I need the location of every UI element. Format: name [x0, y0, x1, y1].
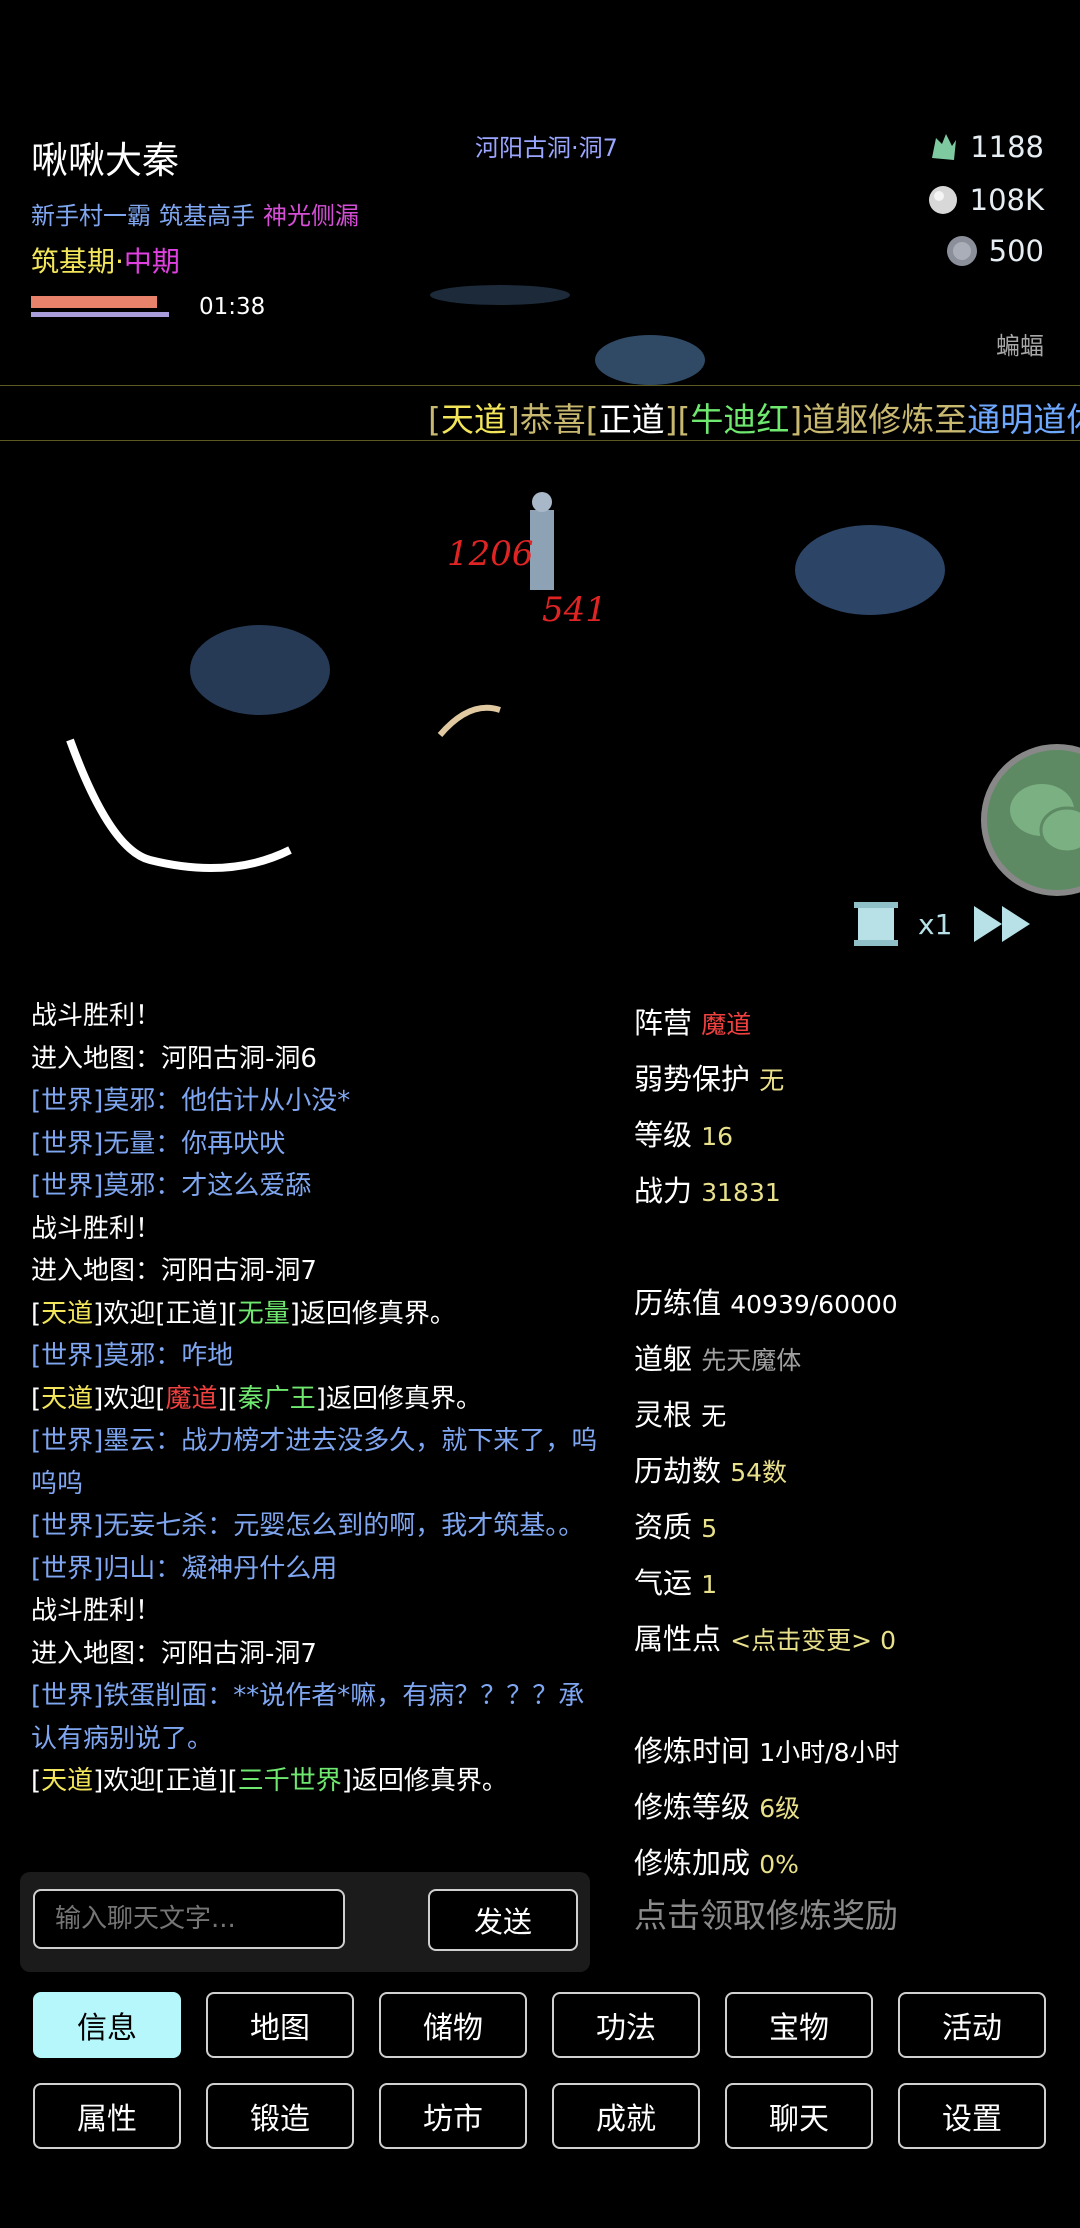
log-line: 进入地图：河阳古洞-洞7	[31, 1256, 317, 1286]
stat-spacer	[634, 1667, 899, 1723]
tab-events[interactable]: 活动	[898, 1992, 1046, 2058]
marquee-part: 天道	[440, 400, 507, 439]
chat-input[interactable]	[33, 1889, 345, 1949]
resource-silver: 108K	[926, 183, 1044, 217]
log-line: 进入地图：河阳古洞-洞6	[31, 1043, 317, 1074]
log-line: [世界]归山：凝神丹什么用	[31, 1553, 338, 1584]
log-line: 战斗胜利！	[31, 1001, 162, 1031]
log-line: [世界]无妄七杀：元婴怎么到的啊，我才筑基。。	[31, 1511, 585, 1541]
resource-stone: 500	[945, 234, 1044, 268]
wechat-icon	[1010, 784, 1080, 854]
tab-treasure[interactable]: 宝物	[725, 1992, 873, 2058]
stat-level: 等级 16	[634, 1118, 734, 1152]
fast-forward-icon[interactable]	[970, 902, 1034, 946]
marquee-part: 通明道体	[967, 400, 1080, 439]
log-line: [世界]莫邪：他估计从小没*	[31, 1086, 351, 1116]
log-line: 战斗胜利！	[31, 1596, 162, 1626]
tab-storage[interactable]: 储物	[379, 1992, 527, 2058]
tab-settings[interactable]: 设置	[898, 2083, 1046, 2149]
scroll-icon[interactable]	[852, 900, 900, 948]
stats-panel: 阵营 魔道 弱势保护 无 等级 16 战力 31831 历练值 40939/60…	[634, 995, 899, 1891]
jade-icon	[932, 134, 957, 160]
player-titles: 新手村一霸 筑基高手 神光侧漏	[31, 196, 367, 231]
speed-label: x1	[918, 907, 953, 941]
log-line: [天道]欢迎[正道][三千世界]返回修真界。	[31, 1766, 508, 1796]
tab-map[interactable]: 地图	[206, 1992, 354, 2058]
stat-faction: 阵营 魔道	[634, 1006, 752, 1040]
stat-luck: 气运 1	[634, 1566, 718, 1600]
wechat-share-button[interactable]	[981, 744, 1080, 896]
stat-root: 灵根 无	[634, 1398, 727, 1432]
marquee-top-line	[0, 385, 1080, 386]
resource-jade-value: 1188	[970, 130, 1044, 164]
marquee-part: [	[428, 400, 441, 439]
tab-forge[interactable]: 锻造	[206, 2083, 354, 2149]
tab-achievements[interactable]: 成就	[552, 2083, 700, 2149]
log-line: [世界]铁蛋削面：**说作者*嘛，有病？？？？承认有病别说了。	[31, 1681, 585, 1754]
marquee-part: 牛迪红	[690, 400, 790, 439]
stat-cultivate-time: 修炼时间 1小时/8小时	[634, 1734, 900, 1768]
send-button[interactable]: 发送	[428, 1889, 578, 1951]
log-line: [世界]莫邪：咋地	[31, 1341, 234, 1371]
damage-number-2: 541	[542, 590, 607, 630]
stat-cultivate-bonus: 修炼加成 0%	[634, 1846, 799, 1880]
log-line: [天道]欢迎[正道][无量]返回修真界。	[31, 1298, 456, 1329]
stat-experience: 历练值 40939/60000	[634, 1286, 898, 1320]
stat-attribute-points[interactable]: 属性点 <点击变更> 0	[634, 1611, 899, 1667]
silver-icon	[928, 186, 957, 214]
battle-scene	[66, 285, 945, 872]
tab-market[interactable]: 坊市	[379, 2083, 527, 2149]
stat-power: 战力 31831	[634, 1174, 781, 1208]
title-1: 新手村一霸	[31, 202, 151, 230]
stat-spacer	[634, 1219, 899, 1275]
log-line: [世界]莫邪：才这么爱舔	[31, 1171, 312, 1201]
marquee-part: ]恭喜[	[506, 400, 599, 439]
log-line: [世界]墨云：战力榜才进去没多久，就下来了，呜呜呜	[31, 1426, 598, 1499]
title-3: 神光侧漏	[263, 202, 359, 230]
stat-protection: 弱势保护 无	[634, 1062, 785, 1096]
stone-icon	[946, 236, 977, 266]
log-line: [世界]无量：你再吠吠	[31, 1128, 286, 1159]
tab-info[interactable]: 信息	[33, 1992, 181, 2058]
stat-cultivate-level: 修炼等级 6级	[634, 1790, 801, 1824]
marquee-part: ]道躯修炼至	[789, 400, 968, 439]
resource-stone-value: 500	[988, 234, 1044, 268]
resource-silver-value: 108K	[969, 183, 1044, 217]
message-log: 战斗胜利！ 进入地图：河阳古洞-洞6 [世界]莫邪：他估计从小没* [世界]无量…	[31, 995, 601, 1803]
title-2: 筑基高手	[159, 202, 255, 230]
damage-number-1: 1206	[447, 534, 534, 574]
map-name: 河阳古洞·洞7	[475, 134, 618, 162]
system-marquee: [天道]恭喜[正道][牛迪红]道躯修炼至通明道体！	[428, 393, 1080, 441]
marquee-part: 正道	[598, 400, 665, 439]
resource-jade: 1188	[926, 130, 1044, 164]
marquee-part: ][	[664, 400, 691, 439]
tab-chat[interactable]: 聊天	[725, 2083, 873, 2149]
tab-attributes[interactable]: 属性	[33, 2083, 181, 2149]
tab-skills[interactable]: 功法	[552, 1992, 700, 2058]
stat-body: 道躯 先天魔体	[634, 1342, 802, 1376]
stat-aptitude: 资质 5	[634, 1510, 718, 1544]
log-line: 战斗胜利！	[31, 1213, 162, 1244]
log-line: 进入地图：河阳古洞-洞7	[31, 1638, 317, 1669]
stat-tribulation: 历劫数 54数	[634, 1454, 788, 1488]
player-name: 啾啾大秦	[31, 139, 179, 182]
claim-reward-button[interactable]: 点击领取修炼奖励	[634, 1889, 898, 1937]
log-line: [天道]欢迎[魔道][秦广王]返回修真界。	[31, 1383, 482, 1414]
speed-controls: x1	[852, 900, 1034, 948]
